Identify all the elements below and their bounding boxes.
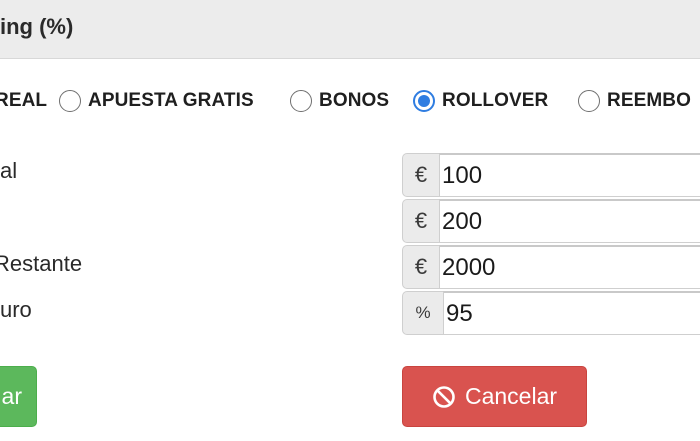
percent-addon: % — [402, 291, 443, 335]
radio-option-rollover[interactable]: ROLLOVER — [413, 86, 548, 116]
radio-option-reembolso[interactable]: REEMBO — [578, 86, 691, 116]
cancel-button-label: Cancelar — [464, 383, 558, 409]
radio-button-reembolso[interactable] — [578, 90, 600, 112]
cancel-button[interactable]: Cancelar — [402, 366, 587, 427]
radio-label-rollover: ROLLOVER — [442, 90, 549, 111]
euro-addon: € — [402, 199, 439, 243]
radio-button-rollover[interactable] — [413, 90, 435, 112]
confirm-button[interactable]: ar — [0, 366, 37, 427]
radio-label-apuesta-gratis: APUESTA GRATIS — [88, 90, 254, 111]
radio-label-reembolso: REEMBO — [607, 90, 691, 111]
amount-input-group-3: € 2000 — [402, 245, 700, 289]
euro-addon: € — [402, 153, 439, 197]
panel-title: ing (%) — [0, 14, 74, 39]
radio-option-real[interactable]: REAL — [0, 86, 47, 116]
amount-input-2[interactable]: 200 — [439, 199, 700, 243]
amount-input-group-1: € 100 — [402, 153, 700, 197]
bet-type-radio-group: REAL APUESTA GRATIS BONOS ROLLOVER REEMB… — [0, 86, 700, 116]
field-label-1: al — [0, 158, 18, 183]
percent-input-group: % 95 — [402, 291, 700, 335]
percent-input[interactable]: 95 — [443, 291, 700, 335]
amount-input-1[interactable]: 100 — [439, 153, 700, 197]
radio-button-apuesta-gratis[interactable] — [59, 90, 81, 112]
field-label-3: Restante — [0, 251, 83, 276]
radio-option-apuesta-gratis[interactable]: APUESTA GRATIS — [59, 86, 254, 116]
field-label-4: uro — [0, 297, 32, 322]
radio-option-bonos[interactable]: BONOS — [290, 86, 389, 116]
panel-header: ing (%) — [0, 0, 700, 59]
radio-button-bonos[interactable] — [290, 90, 312, 112]
amount-input-3[interactable]: 2000 — [439, 245, 700, 289]
radio-label-real: REAL — [0, 90, 48, 111]
ban-icon — [433, 385, 455, 408]
amount-input-group-2: € 200 — [402, 199, 700, 243]
radio-label-bonos: BONOS — [319, 90, 390, 111]
confirm-button-label: ar — [1, 383, 22, 409]
euro-addon: € — [402, 245, 439, 289]
